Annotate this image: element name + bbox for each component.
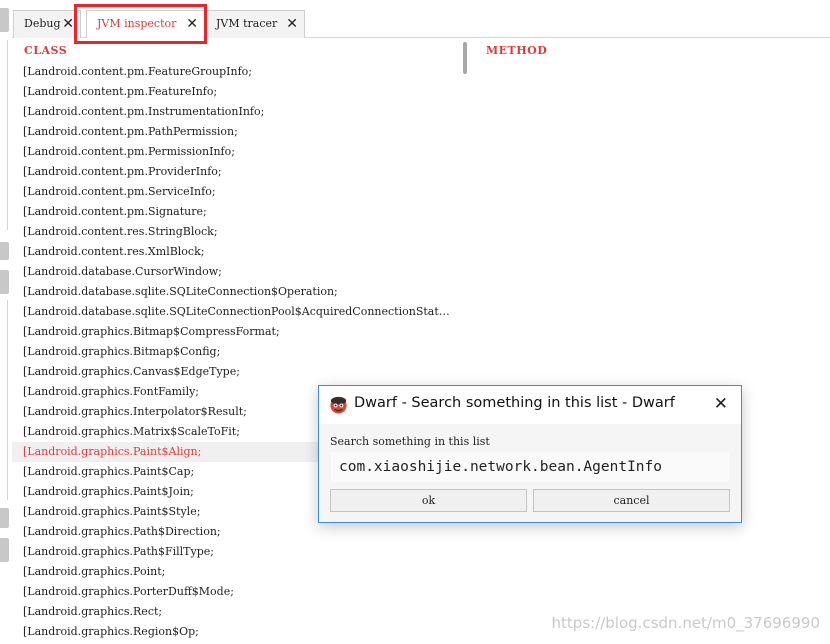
tab-label: JVM tracer xyxy=(216,17,278,30)
class-list: [Landroid.content.pm.FeatureGroupInfo; [L… xyxy=(12,62,462,642)
dialog-title: Dwarf - Search something in this list - … xyxy=(354,395,675,411)
list-item[interactable]: [Landroid.graphics.Bitmap$Config; xyxy=(12,342,462,362)
list-item[interactable]: [Landroid.graphics.Path$Direction; xyxy=(12,522,462,542)
list-item[interactable]: [Landroid.content.pm.FeatureGroupInfo; xyxy=(12,62,462,82)
list-item[interactable]: [Landroid.graphics.PorterDuff$Mode; xyxy=(12,582,462,602)
ok-button[interactable]: ok xyxy=(330,489,527,512)
search-dialog: Dwarf - Search something in this list - … xyxy=(318,385,742,523)
class-column-header[interactable]: CLASS xyxy=(24,44,67,57)
list-item[interactable]: [Landroid.database.sqlite.SQLiteConnecti… xyxy=(12,282,462,302)
search-input[interactable]: com.xiaoshijie.network.bean.AgentInfo xyxy=(331,452,729,482)
cancel-button[interactable]: cancel xyxy=(533,489,730,512)
list-item[interactable]: [Landroid.content.pm.PermissionInfo; xyxy=(12,142,462,162)
close-icon[interactable]: ✕ xyxy=(62,11,74,37)
method-column-header[interactable]: METHOD xyxy=(486,44,547,57)
tab-label: Debug xyxy=(24,17,61,30)
list-item[interactable]: [Landroid.content.pm.Signature; xyxy=(12,202,462,222)
list-item[interactable]: [Landroid.content.pm.InstrumentationInfo… xyxy=(12,102,462,122)
watermark: https://blog.csdn.net/m0_37696990 xyxy=(551,614,820,632)
list-item[interactable]: [Landroid.graphics.Point; xyxy=(12,562,462,582)
list-item[interactable]: [Landroid.content.res.XmlBlock; xyxy=(12,242,462,262)
annotation-highlight-box xyxy=(74,4,207,44)
tab-jvm-tracer[interactable]: JVM tracer ✕ xyxy=(205,10,305,38)
search-label: Search something in this list xyxy=(330,435,490,448)
list-item[interactable]: [Landroid.database.CursorWindow; xyxy=(12,262,462,282)
collapse-handle-bottom[interactable] xyxy=(0,538,9,562)
close-icon[interactable]: ✕ xyxy=(286,11,298,37)
left-panel-edge xyxy=(0,0,12,644)
dwarf-logo-icon xyxy=(330,396,347,414)
list-item[interactable]: [Landroid.graphics.Bitmap$CompressFormat… xyxy=(12,322,462,342)
collapse-handle-top[interactable] xyxy=(0,8,9,32)
dialog-titlebar: Dwarf - Search something in this list - … xyxy=(319,386,741,424)
list-item[interactable]: [Landroid.graphics.Region$Op; xyxy=(12,622,462,642)
list-item[interactable]: [Landroid.content.res.StringBlock; xyxy=(12,222,462,242)
list-item[interactable]: [Landroid.graphics.Canvas$EdgeType; xyxy=(12,362,462,382)
list-item[interactable]: [Landroid.database.sqlite.SQLiteConnecti… xyxy=(12,302,462,322)
list-item[interactable]: [Landroid.content.pm.PathPermission; xyxy=(12,122,462,142)
close-icon[interactable]: ✕ xyxy=(714,394,728,414)
list-item[interactable]: [Landroid.content.pm.ServiceInfo; xyxy=(12,182,462,202)
list-item[interactable]: [Landroid.graphics.Path$FillType; xyxy=(12,542,462,562)
list-item[interactable]: [Landroid.content.pm.ProviderInfo; xyxy=(12,162,462,182)
list-item[interactable]: [Landroid.content.pm.FeatureInfo; xyxy=(12,82,462,102)
pane-splitter[interactable] xyxy=(463,42,467,74)
list-item[interactable]: [Landroid.graphics.Rect; xyxy=(12,602,462,622)
collapse-handle-mid[interactable] xyxy=(0,242,9,260)
tab-debug[interactable]: Debug ✕ xyxy=(13,10,81,38)
